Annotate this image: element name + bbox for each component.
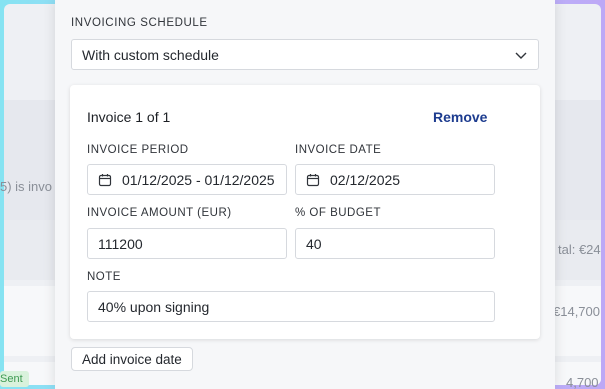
invoice-date-label: INVOICE DATE	[295, 144, 382, 156]
budget-percent-value: 40	[306, 235, 322, 252]
invoice-amount-value: 111200	[98, 235, 143, 252]
chevron-down-icon	[515, 52, 527, 59]
invoice-amount-input[interactable]: 111200	[87, 228, 287, 259]
background-amount: €14,700	[553, 304, 600, 319]
note-label: NOTE	[87, 271, 121, 283]
invoice-date-input[interactable]: 02/12/2025	[295, 164, 495, 195]
background-text: 5) is invo	[0, 179, 53, 194]
note-value: 40% upon signing	[98, 298, 210, 315]
background-total: tal: €24	[558, 242, 601, 257]
select-value: With custom schedule	[82, 46, 219, 63]
note-input[interactable]: 40% upon signing	[87, 291, 495, 322]
invoicing-modal: INVOICING SCHEDULE With custom schedule …	[55, 0, 555, 389]
budget-percent-input[interactable]: 40	[295, 228, 495, 259]
invoice-date-value: 02/12/2025	[330, 171, 401, 188]
background-amount: 4,700	[566, 375, 599, 389]
status-badge: Sent	[0, 371, 29, 387]
invoicing-schedule-label: INVOICING SCHEDULE	[71, 17, 208, 29]
invoice-card: Invoice 1 of 1 Remove INVOICE PERIOD 01/…	[70, 85, 540, 339]
remove-invoice-link[interactable]: Remove	[433, 109, 487, 125]
budget-percent-label: % OF BUDGET	[295, 207, 382, 219]
invoice-amount-label: INVOICE AMOUNT (EUR)	[87, 207, 232, 219]
add-invoice-date-button[interactable]: Add invoice date	[71, 347, 193, 371]
invoicing-schedule-select[interactable]: With custom schedule	[71, 39, 539, 70]
invoice-period-value: 01/12/2025 - 01/12/2025	[122, 171, 275, 188]
invoice-period-label: INVOICE PERIOD	[87, 144, 189, 156]
invoice-period-input[interactable]: 01/12/2025 - 01/12/2025	[87, 164, 287, 195]
invoice-title: Invoice 1 of 1	[87, 109, 171, 125]
calendar-icon	[98, 173, 112, 186]
calendar-icon	[306, 173, 320, 186]
